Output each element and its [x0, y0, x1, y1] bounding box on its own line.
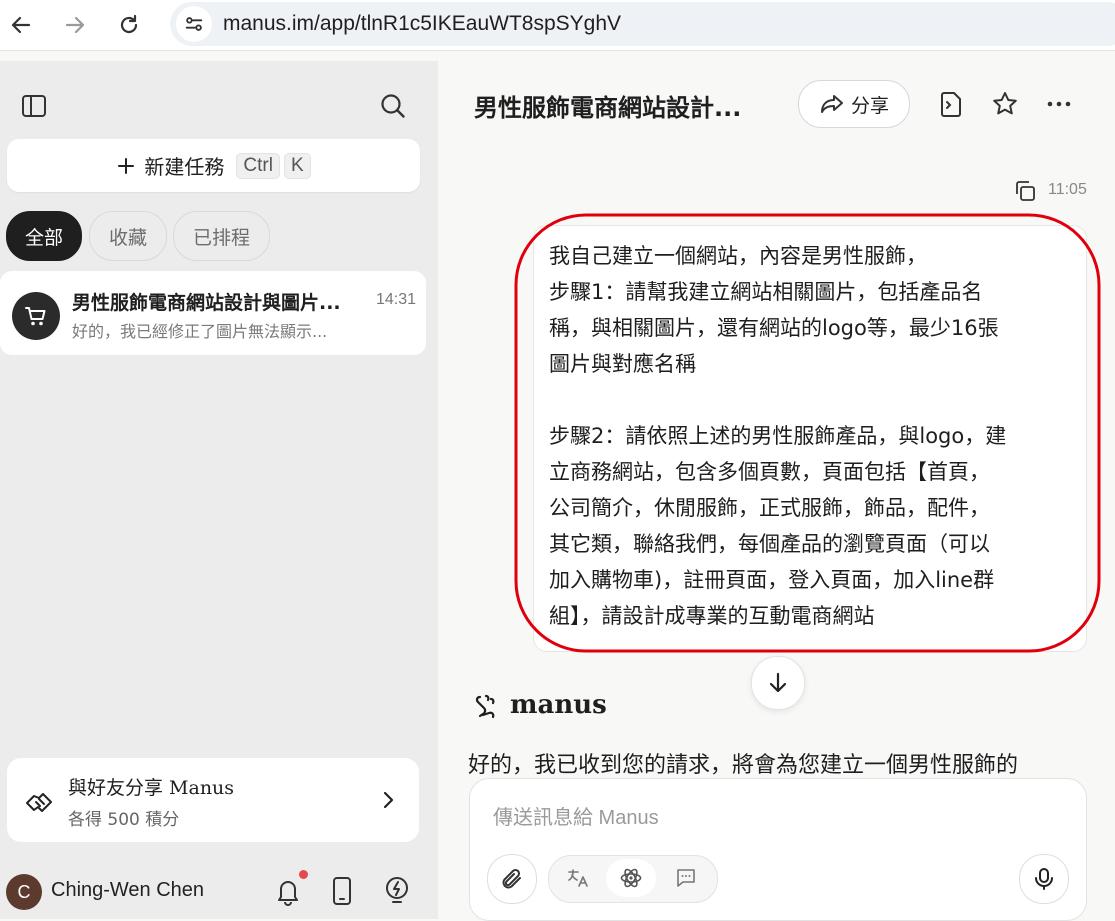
share-arrow-icon — [820, 95, 843, 113]
files-button[interactable] — [936, 89, 966, 119]
arrow-right-icon — [65, 16, 85, 34]
notification-dot — [299, 870, 308, 879]
task-title: 男性服飾電商網站設計與圖片... — [72, 292, 341, 314]
reload-icon — [120, 14, 138, 34]
atom-tool-button[interactable] — [606, 859, 656, 897]
sidebar-panel-icon — [22, 95, 46, 117]
forward-button[interactable] — [58, 8, 92, 42]
task-snippet: 好的，我已經修正了圖片無法顯示... — [72, 322, 328, 341]
filter-chip-favorites[interactable]: 收藏 — [89, 211, 167, 261]
message-input[interactable]: 傳送訊息給 Manus — [493, 801, 659, 830]
site-info-button[interactable] — [176, 6, 212, 42]
phone-icon — [333, 877, 351, 905]
tune-icon — [185, 17, 203, 31]
user-name[interactable]: Ching-Wen Chen — [51, 879, 204, 902]
lightning-bulb-icon — [386, 877, 408, 903]
arrow-left-icon — [11, 16, 31, 34]
chat-tool-button[interactable] — [661, 859, 711, 897]
share-button[interactable]: 分享 — [798, 80, 910, 128]
sidebar-toggle-button[interactable] — [18, 90, 50, 122]
user-avatar[interactable]: C — [6, 874, 42, 910]
new-task-label: 新建任務 — [144, 155, 225, 179]
back-button[interactable] — [4, 8, 38, 42]
more-options-button[interactable] — [1044, 89, 1074, 119]
voice-input-button[interactable] — [1019, 854, 1069, 904]
share-card-subtitle: 各得 500 積分 — [68, 810, 180, 830]
star-icon — [993, 92, 1017, 115]
document-icon — [941, 92, 961, 117]
search-button[interactable] — [377, 90, 409, 122]
message-timestamp: 11:05 — [1048, 181, 1087, 198]
shopping-cart-icon — [25, 307, 46, 326]
assistant-name: manus — [510, 690, 607, 720]
handshake-icon — [22, 784, 56, 818]
url-text[interactable]: manus.im/app/tlnR1c5IKEauWT8spSYghV — [223, 12, 621, 36]
credits-button[interactable] — [381, 874, 413, 908]
microphone-icon — [1035, 868, 1053, 890]
new-task-button[interactable]: 新建任務 Ctrl K — [7, 139, 420, 192]
arrow-down-icon — [769, 672, 787, 693]
assistant-reply-text: 好的，我已收到您的請求，將會為您建立一個男性服飾的 — [468, 753, 1019, 778]
translate-icon — [568, 869, 588, 887]
chevron-right-icon — [378, 788, 400, 812]
shortcut-ctrl-key: Ctrl — [236, 152, 280, 179]
plus-icon — [118, 157, 135, 174]
mobile-app-button[interactable] — [328, 874, 356, 908]
share-button-label: 分享 — [850, 94, 889, 117]
notifications-button[interactable] — [272, 874, 304, 908]
shortcut-k-key: K — [283, 152, 311, 179]
paperclip-icon — [502, 868, 521, 889]
atom-icon — [620, 868, 642, 888]
chat-bubble-icon — [677, 869, 695, 887]
attach-button[interactable] — [487, 854, 537, 904]
search-icon — [381, 94, 405, 118]
manus-logo-icon — [470, 690, 502, 724]
task-avatar — [12, 292, 60, 340]
share-card-title: 與好友分享 Manus — [68, 777, 235, 799]
more-horizontal-icon — [1047, 101, 1071, 107]
filter-chip-all[interactable]: 全部 — [6, 211, 82, 261]
red-highlight-annotation — [514, 213, 1101, 653]
filter-chip-scheduled[interactable]: 已排程 — [173, 211, 270, 261]
bell-icon — [278, 881, 298, 906]
translate-tool-button[interactable] — [553, 859, 603, 897]
scroll-to-bottom-button[interactable] — [751, 656, 805, 710]
copy-icon — [1016, 181, 1035, 201]
copy-message-button[interactable] — [1012, 178, 1038, 204]
favorite-button[interactable] — [990, 89, 1020, 119]
reload-button[interactable] — [112, 8, 146, 42]
conversation-title: 男性服飾電商網站設計... — [474, 94, 742, 122]
task-time: 14:31 — [376, 291, 417, 308]
